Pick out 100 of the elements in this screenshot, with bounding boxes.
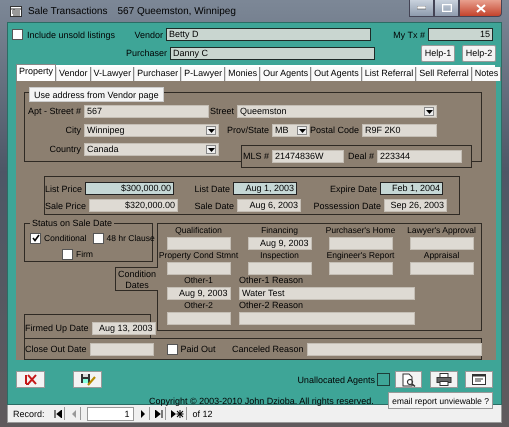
input-field[interactable] bbox=[166, 237, 230, 250]
print-button[interactable] bbox=[430, 371, 458, 388]
record-number-field[interactable]: 1 bbox=[86, 406, 134, 420]
field-label: Canceled Reason bbox=[231, 343, 305, 355]
input-field[interactable]: Aug 1, 2003 bbox=[233, 182, 298, 195]
input-field[interactable]: $320,000.00 bbox=[89, 199, 178, 212]
tab[interactable]: Sell Referral bbox=[416, 67, 472, 81]
tab[interactable]: Vendor bbox=[56, 67, 91, 81]
preview-button[interactable] bbox=[395, 371, 422, 388]
checkbox[interactable] bbox=[62, 248, 73, 260]
input-field[interactable] bbox=[328, 237, 392, 250]
first-record-button[interactable] bbox=[52, 407, 65, 420]
window-icon bbox=[472, 374, 486, 385]
delete-button[interactable] bbox=[16, 371, 45, 388]
help-button[interactable]: Help-2 bbox=[462, 44, 496, 62]
input-field[interactable]: Feb 1, 2004 bbox=[380, 182, 444, 195]
form-view-button[interactable] bbox=[465, 371, 493, 388]
group-title: Status on Sale Date bbox=[30, 217, 114, 229]
field-label: Expire Date bbox=[328, 182, 378, 194]
checkbox[interactable] bbox=[30, 232, 41, 244]
help-button[interactable]: Help-1 bbox=[421, 44, 456, 62]
field-label: Lawyer's Approval bbox=[407, 225, 476, 236]
input-field[interactable]: Aug 9, 2003 bbox=[166, 287, 230, 300]
input-field[interactable]: R9F 2K0 bbox=[362, 124, 438, 137]
next-icon bbox=[140, 410, 146, 418]
new-record-icon bbox=[170, 410, 184, 418]
checkbox[interactable] bbox=[12, 29, 23, 40]
input-field[interactable]: Aug 13, 2003 bbox=[92, 322, 156, 334]
field-label: Sale Date bbox=[194, 200, 236, 212]
tab[interactable]: Property bbox=[16, 64, 56, 81]
new-record-button[interactable] bbox=[168, 407, 187, 420]
input-field[interactable]: Aug 6, 2003 bbox=[237, 199, 302, 212]
dropdown-arrow-icon[interactable] bbox=[297, 126, 307, 135]
input-field[interactable] bbox=[410, 237, 474, 250]
last-record-button[interactable] bbox=[152, 407, 166, 420]
input-field[interactable] bbox=[410, 262, 474, 275]
input-field[interactable] bbox=[166, 262, 230, 275]
input-field[interactable] bbox=[306, 342, 482, 356]
field-label: Engineer's Report bbox=[326, 250, 394, 261]
dropdown-field[interactable]: MB bbox=[272, 124, 310, 137]
form-icon bbox=[10, 6, 22, 16]
tab[interactable]: Out Agents bbox=[311, 67, 362, 81]
input-field[interactable] bbox=[166, 312, 230, 325]
dropdown-arrow-icon[interactable] bbox=[206, 145, 216, 154]
input-field[interactable]: 223344 bbox=[377, 150, 462, 163]
close-button[interactable] bbox=[459, 0, 502, 17]
field-label: Possession Date bbox=[312, 200, 382, 212]
dropdown-field[interactable]: Canada bbox=[84, 143, 219, 156]
tab[interactable]: V-Lawyer bbox=[90, 67, 134, 81]
record-label: Record: bbox=[13, 408, 45, 420]
input-field[interactable]: 21474836W bbox=[272, 150, 344, 163]
input-field[interactable] bbox=[248, 262, 312, 275]
tab[interactable]: Our Agents bbox=[260, 67, 312, 81]
input-field[interactable] bbox=[90, 342, 154, 356]
field-label: Close Out Date bbox=[25, 343, 88, 355]
input-field[interactable] bbox=[328, 262, 392, 275]
input-field[interactable]: Danny C bbox=[170, 46, 376, 60]
field-label: Prov/State bbox=[226, 124, 270, 137]
previous-icon bbox=[70, 410, 77, 418]
save-button[interactable] bbox=[73, 371, 102, 388]
record-count: of 12 bbox=[192, 408, 213, 420]
field-label: Firmed Up Date bbox=[25, 322, 90, 334]
field-label: Appraisal bbox=[424, 250, 460, 261]
field-label: MLS # bbox=[242, 150, 270, 163]
use-address-button[interactable]: Use address from Vendor page bbox=[29, 87, 164, 102]
checkbox[interactable] bbox=[166, 344, 178, 354]
input-field[interactable]: Aug 9, 2003 bbox=[248, 237, 312, 250]
tab[interactable]: P-Lawyer bbox=[181, 67, 226, 81]
tab[interactable]: Purchaser bbox=[134, 67, 182, 81]
maximize-button[interactable] bbox=[434, 0, 459, 17]
field-label: Property Cond Stmnt bbox=[158, 250, 238, 261]
input-field[interactable]: 567 bbox=[84, 105, 209, 118]
dropdown-field[interactable]: Winnipeg bbox=[84, 124, 219, 137]
email-report-button[interactable]: email report unviewable ? bbox=[388, 392, 493, 409]
dropdown-arrow-icon[interactable] bbox=[206, 126, 216, 135]
tab[interactable]: Notes bbox=[472, 67, 502, 81]
field-label: Apt - Street # bbox=[26, 105, 82, 118]
dropdown-field[interactable]: Queemston bbox=[237, 105, 437, 118]
input-field[interactable]: 15 bbox=[428, 28, 493, 41]
field-label: My Tx # bbox=[392, 28, 426, 40]
field-label: Other-2 Reason bbox=[239, 300, 304, 311]
tab[interactable]: List Referral bbox=[362, 67, 416, 81]
field-label: List Price bbox=[45, 182, 84, 194]
dropdown-arrow-icon[interactable] bbox=[424, 107, 434, 116]
checkbox[interactable] bbox=[377, 373, 390, 386]
printer-icon bbox=[436, 373, 452, 386]
input-field[interactable]: Sep 26, 2003 bbox=[384, 199, 448, 212]
minimize-button[interactable] bbox=[409, 0, 434, 17]
field-label: Purchaser bbox=[126, 47, 168, 59]
checkbox[interactable] bbox=[92, 232, 104, 244]
input-field[interactable]: $300,000.00 bbox=[85, 182, 174, 195]
input-field[interactable] bbox=[239, 312, 415, 325]
field-label: Vendor bbox=[133, 28, 164, 40]
condition-dates-label: Condition Dates bbox=[115, 267, 158, 291]
tab[interactable]: Monies bbox=[225, 67, 260, 81]
input-field[interactable]: Betty D bbox=[166, 28, 371, 41]
field-label: List Date bbox=[193, 182, 232, 194]
input-field[interactable]: Water Test bbox=[239, 287, 415, 300]
field-label: Other-1 bbox=[184, 275, 213, 286]
window-title: Sale Transactions bbox=[28, 6, 108, 16]
